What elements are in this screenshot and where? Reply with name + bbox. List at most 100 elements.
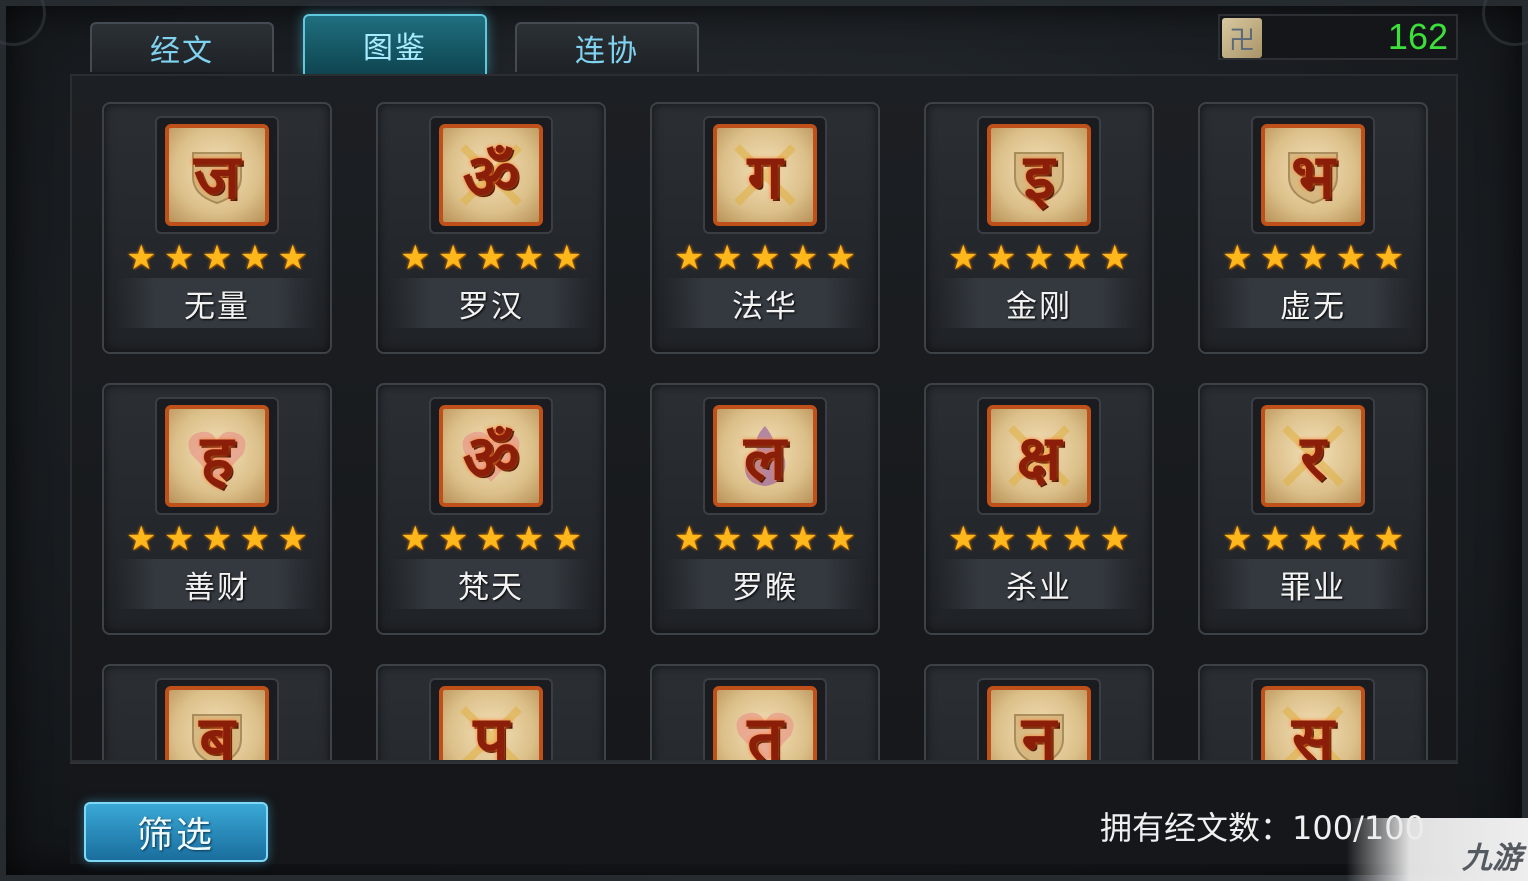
scripture-card[interactable]: त xyxy=(650,664,880,762)
star-icon: ★ xyxy=(1297,238,1329,278)
star-rating: ★ ★ ★ ★ ★ xyxy=(400,521,582,557)
scripture-card[interactable]: ॐ ★ ★ ★ ★ ★ 罗汉 xyxy=(376,102,606,354)
star-icon: ★ xyxy=(239,238,271,278)
star-rating: ★ ★ ★ ★ ★ xyxy=(126,240,308,276)
scripture-card[interactable]: र ★ ★ ★ ★ ★ 罪业 xyxy=(1198,383,1428,635)
scripture-card[interactable]: भ ★ ★ ★ ★ ★ 虚无 xyxy=(1198,102,1428,354)
tab-synergy[interactable]: 连协 xyxy=(515,22,699,72)
rune-glyph: भ xyxy=(1291,140,1335,213)
star-rating: ★ ★ ★ ★ ★ xyxy=(1222,521,1404,557)
currency-value: 162 xyxy=(1387,16,1448,57)
star-rating: ★ ★ ★ ★ ★ xyxy=(126,521,308,557)
sanskrit-rune-icon: ल xyxy=(713,405,817,507)
rune-glyph: ल xyxy=(743,421,787,494)
scripture-icon-frame: ल xyxy=(703,397,827,515)
scripture-icon-frame: ब xyxy=(155,678,279,762)
star-icon: ★ xyxy=(1023,238,1055,278)
scripture-icon-frame: ज xyxy=(155,116,279,234)
scripture-icon-frame: स xyxy=(1251,678,1375,762)
star-icon: ★ xyxy=(1099,519,1130,559)
star-icon: ★ xyxy=(674,519,705,559)
scripture-card[interactable]: ल ★ ★ ★ ★ ★ 罗睺 xyxy=(650,383,880,635)
star-icon: ★ xyxy=(163,519,195,559)
star-icon: ★ xyxy=(126,238,157,278)
scripture-icon-frame: न xyxy=(977,678,1101,760)
rune-glyph: ज xyxy=(193,140,240,213)
rune-glyph: र xyxy=(1300,421,1326,494)
scripture-icon-frame: ॐ xyxy=(429,397,553,515)
sanskrit-rune-icon: ॐ xyxy=(439,124,543,226)
scripture-name: 杀业 xyxy=(938,559,1140,609)
scripture-card[interactable]: ज ★ ★ ★ ★ ★ 无量 xyxy=(102,102,332,354)
scripture-card[interactable]: इ ★ ★ ★ ★ ★ 金刚 xyxy=(924,102,1154,354)
star-icon: ★ xyxy=(513,519,545,559)
rune-glyph: क्ष xyxy=(1016,421,1062,494)
star-icon: ★ xyxy=(1061,238,1093,278)
star-rating: ★ ★ ★ ★ ★ xyxy=(1222,240,1404,276)
filter-button[interactable]: 筛选 xyxy=(84,802,268,862)
sanskrit-rune-icon: भ xyxy=(1261,124,1365,226)
scripture-icon-frame: त xyxy=(703,678,827,762)
star-icon: ★ xyxy=(985,519,1017,559)
star-icon: ★ xyxy=(749,519,781,559)
star-icon: ★ xyxy=(475,519,507,559)
star-rating: ★ ★ ★ ★ ★ xyxy=(948,240,1130,276)
scripture-card[interactable]: ॐ ★ ★ ★ ★ ★ 梵天 xyxy=(376,383,606,635)
star-icon: ★ xyxy=(985,238,1017,278)
scripture-card[interactable]: ब xyxy=(102,664,332,762)
scripture-name: 罪业 xyxy=(1212,559,1414,609)
star-icon: ★ xyxy=(163,238,195,278)
star-icon: ★ xyxy=(948,238,979,278)
scripture-card[interactable]: प xyxy=(376,664,606,762)
rune-glyph: त xyxy=(747,702,783,762)
scripture-icon-frame: ह xyxy=(155,397,279,515)
currency-display: 卍 162 xyxy=(1218,14,1458,60)
star-icon: ★ xyxy=(1373,238,1404,278)
sanskrit-rune-icon: ग xyxy=(713,124,817,226)
star-icon: ★ xyxy=(1335,519,1367,559)
scripture-name: 罗睺 xyxy=(664,559,866,609)
sanskrit-rune-icon: स xyxy=(1261,686,1365,762)
scripture-name: 罗汉 xyxy=(390,278,592,328)
watermark: 九游 xyxy=(1346,818,1528,881)
scripture-icon-frame: इ xyxy=(977,116,1101,234)
scripture-card[interactable]: ह ★ ★ ★ ★ ★ 善财 xyxy=(102,383,332,635)
scripture-card[interactable]: क्ष ★ ★ ★ ★ ★ 杀业 xyxy=(924,383,1154,635)
scripture-icon-frame: क्ष xyxy=(977,397,1101,515)
sanskrit-rune-icon: ह xyxy=(165,405,269,507)
rune-glyph: स xyxy=(1292,702,1334,762)
tab-collection[interactable]: 图鉴 xyxy=(303,14,487,74)
rune-glyph: ब xyxy=(199,702,235,762)
scripture-name: 虚无 xyxy=(1212,278,1414,328)
scripture-icon-frame: र xyxy=(1251,397,1375,515)
scripture-name: 金刚 xyxy=(938,278,1140,328)
star-icon: ★ xyxy=(551,238,582,278)
rune-glyph: प xyxy=(473,702,509,762)
scripture-card[interactable]: न xyxy=(924,664,1154,760)
scripture-icon-frame: ग xyxy=(703,116,827,234)
tab-scripture[interactable]: 经文 xyxy=(90,22,274,72)
watermark-logo: 九游 xyxy=(1462,842,1522,875)
collection-grid: ज ★ ★ ★ ★ ★ 无量 ॐ ★ ★ ★ ★ ★ 罗汉 ग ★ ★ ★ ★ ★ 法华 इ ★ ★ ★ ★ ★ 金刚 भ ★ ★ ★ ★ ★ 虚无… xyxy=(70,74,1458,762)
scripture-name: 梵天 xyxy=(390,559,592,609)
scripture-card[interactable]: स xyxy=(1198,664,1428,762)
sanskrit-rune-icon: ब xyxy=(165,686,269,762)
scripture-card[interactable]: ग ★ ★ ★ ★ ★ 法华 xyxy=(650,102,880,354)
star-icon: ★ xyxy=(201,519,233,559)
rune-glyph: ह xyxy=(200,421,234,494)
corner-ornament-right xyxy=(1482,0,1528,46)
scripture-name: 法华 xyxy=(664,278,866,328)
star-icon: ★ xyxy=(1259,519,1291,559)
star-icon: ★ xyxy=(1099,238,1130,278)
rune-glyph: ॐ xyxy=(462,421,520,494)
star-rating: ★ ★ ★ ★ ★ xyxy=(674,521,856,557)
star-rating: ★ ★ ★ ★ ★ xyxy=(948,521,1130,557)
star-icon: ★ xyxy=(551,519,582,559)
star-icon: ★ xyxy=(400,238,431,278)
star-icon: ★ xyxy=(475,238,507,278)
star-icon: ★ xyxy=(825,519,856,559)
star-icon: ★ xyxy=(787,519,819,559)
star-icon: ★ xyxy=(1222,519,1253,559)
sanskrit-rune-icon: त xyxy=(713,686,817,762)
scripture-icon-frame: प xyxy=(429,678,553,762)
